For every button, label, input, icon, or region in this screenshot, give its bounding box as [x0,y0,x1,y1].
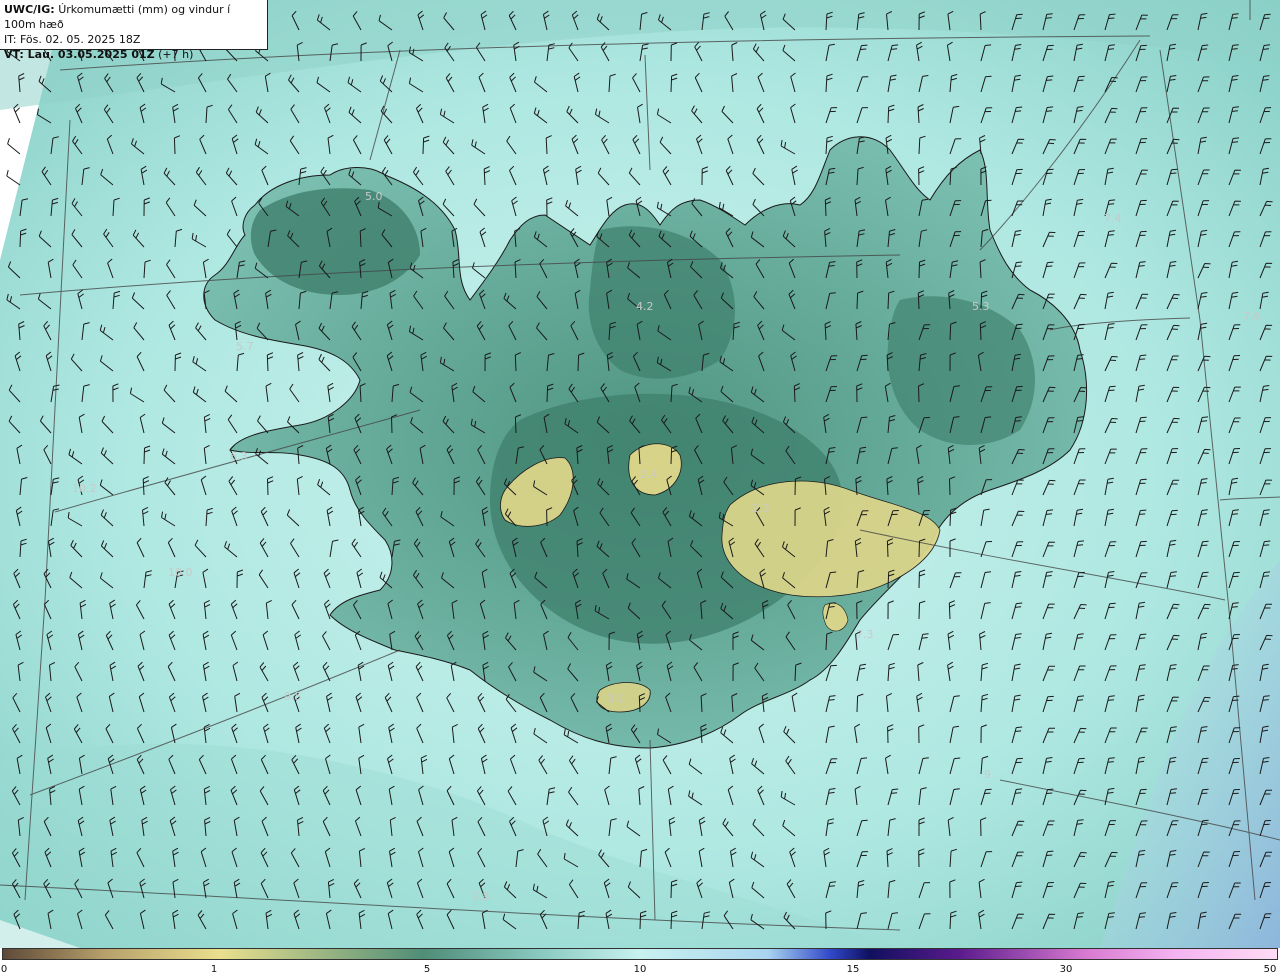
value-label: 4.2 [636,300,654,313]
value-label: 5.0 [365,190,383,203]
valid-offset: (+7 h) [158,48,194,61]
colorbar-tick: 15 [846,964,860,975]
value-label: 10.0 [168,566,193,579]
issue-time: IT: Fös. 02. 05. 2025 18Z [4,33,141,46]
colorbar-tick: 0 [0,964,8,975]
valid-time: VT: Lau. 03.05.2025 01Z [4,48,155,61]
colorbar-tick: 1 [210,964,218,975]
value-label: 5.7 [236,340,254,353]
value-label: 7.6 [1243,310,1261,323]
value-label: 5.3 [972,300,990,313]
colorbar-tick: 50 [1263,964,1277,975]
value-label: 9 [984,768,991,781]
value-label: 9.8 [472,890,490,903]
value-label: 6.3 [230,450,248,463]
value-label: 7.3 [856,628,874,641]
colorbar-tick: 10 [633,964,647,975]
forecast-map: 5.0 4.2 5.3 7.4 7.6 5.7 6.3 10.2 10.0 2.… [0,0,1280,948]
title-line: UWC/IG: Úrkomumætti (mm) og vindur í 100… [4,2,263,32]
model-name: UWC/IG: [4,3,55,16]
value-label: 2.3 [752,502,770,515]
value-label: 3.1 [607,692,625,705]
valid-time-line: VT: Lau. 03.05.2025 01Z (+7 h) [4,47,263,62]
colorbar: 0 1 5 10 15 30 50 [0,948,1280,978]
value-label: 10.2 [72,482,97,495]
value-label: 9.5 [284,690,302,703]
value-label: 7.4 [1104,212,1122,225]
colorbar-tick: 30 [1059,964,1073,975]
value-label: 2.4 [640,468,658,481]
colorbar-tick: 5 [423,964,431,975]
map-info-box: UWC/IG: Úrkomumætti (mm) og vindur í 100… [0,0,268,61]
colorbar-strip [2,948,1278,960]
